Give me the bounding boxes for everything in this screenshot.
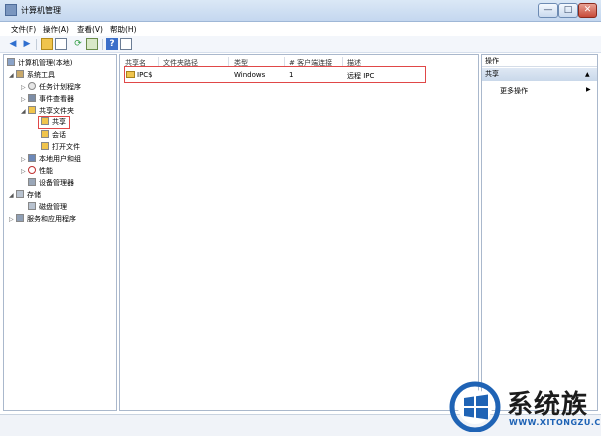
menu-action[interactable]: 操作(A): [43, 24, 69, 35]
share-icon: [126, 71, 135, 78]
expand-toggle-icon[interactable]: ▷: [9, 214, 16, 226]
tree-item-storage[interactable]: ◢ 存储: [9, 189, 41, 201]
tree-item-label: 共享文件夹: [39, 107, 74, 115]
watermark-url: WWW.XITONGZU.COM: [509, 418, 601, 427]
expand-toggle-icon[interactable]: ◢: [9, 70, 16, 82]
share-icon: [41, 117, 49, 125]
tree-item-root[interactable]: 计算机管理(本地): [7, 57, 72, 69]
disk-icon: [28, 202, 36, 210]
tree-item-label: 任务计划程序: [39, 83, 81, 91]
xitongzu-logo-icon: [449, 381, 501, 432]
tree-item-label: 本地用户和组: [39, 155, 81, 163]
cell-type: Windows: [234, 71, 266, 79]
maximize-button[interactable]: □: [558, 3, 578, 18]
shared-folder-icon: [28, 106, 36, 114]
computer-icon: [7, 58, 15, 66]
close-button[interactable]: ✕: [578, 3, 597, 18]
open-file-icon: [41, 142, 49, 150]
cell-description: 远程 IPC: [347, 72, 375, 80]
expand-toggle-icon[interactable]: ▷: [21, 166, 28, 178]
cell-share-name: IPC$: [137, 71, 153, 79]
tree-item-label: 磁盘管理: [39, 203, 67, 211]
tree-item-label: 计算机管理(本地): [18, 59, 73, 67]
tree-item-open-files[interactable]: 打开文件: [41, 141, 80, 153]
console-tree: 计算机管理(本地) ◢ 系统工具 ▷ 任务计划程序 ▷ 事件查看器 ◢ 共享文件夹 共享…: [3, 54, 117, 411]
tree-item-event-viewer[interactable]: ▷ 事件查看器: [21, 93, 74, 105]
tree-item-system-tools[interactable]: ◢ 系统工具: [9, 69, 55, 81]
refresh-icon[interactable]: ⟳: [72, 38, 84, 50]
export-list-icon[interactable]: [86, 38, 98, 50]
forward-arrow-icon[interactable]: ▶: [21, 38, 33, 50]
session-icon: [41, 130, 49, 138]
menu-view[interactable]: 查看(V): [77, 24, 103, 35]
tree-item-local-users[interactable]: ▷ 本地用户和组: [21, 153, 81, 165]
actions-header: 操作: [482, 55, 597, 67]
expand-toggle-icon[interactable]: ◢: [21, 106, 28, 118]
actions-section-shares[interactable]: 共享 ▲: [482, 68, 597, 81]
properties-icon[interactable]: [120, 38, 132, 50]
tree-item-label: 服务和应用程序: [27, 215, 76, 223]
title-bar: 计算机管理 — □ ✕: [0, 0, 601, 22]
cell-client-connections: 1: [289, 71, 294, 79]
expand-toggle-icon[interactable]: ◢: [9, 190, 16, 202]
up-folder-icon[interactable]: [41, 38, 53, 50]
device-manager-icon: [28, 178, 36, 186]
actions-pane: 操作 共享 ▲ 更多操作 ▶: [481, 54, 598, 411]
menu-file[interactable]: 文件(F): [11, 24, 36, 35]
users-icon: [28, 154, 36, 162]
tree-item-label: 事件查看器: [39, 95, 74, 103]
tree-item-label: 共享: [52, 118, 66, 126]
back-arrow-icon[interactable]: ◀: [7, 38, 19, 50]
submenu-arrow-icon: ▶: [586, 86, 591, 93]
tree-item-label: 设备管理器: [39, 179, 74, 187]
tree-item-services-apps[interactable]: ▷ 服务和应用程序: [9, 213, 76, 225]
storage-icon: [16, 190, 24, 198]
menu-bar: 文件(F) 操作(A) 查看(V) 帮助(H): [0, 22, 601, 36]
watermark-brand-text: 系统族: [507, 390, 589, 420]
tree-item-performance[interactable]: ▷ 性能: [21, 165, 53, 177]
help-icon[interactable]: ?: [106, 38, 118, 50]
show-hide-tree-icon[interactable]: [55, 38, 67, 50]
menu-help[interactable]: 帮助(H): [110, 24, 137, 35]
tree-item-label: 性能: [39, 167, 53, 175]
tree-item-disk-management[interactable]: 磁盘管理: [28, 201, 67, 213]
clock-icon: [28, 82, 36, 90]
tree-item-label: 打开文件: [52, 143, 80, 151]
actions-section-label: 共享: [485, 70, 499, 78]
tree-item-label: 系统工具: [27, 71, 55, 79]
collapse-arrow-icon[interactable]: ▲: [585, 68, 590, 81]
services-icon: [16, 214, 24, 222]
toolbar-divider: [36, 39, 37, 50]
tree-item-label: 会话: [52, 131, 66, 139]
event-viewer-icon: [28, 94, 36, 102]
tree-item-label: 存储: [27, 191, 41, 199]
computer-management-icon: [5, 4, 17, 16]
table-row[interactable]: [124, 66, 426, 83]
tree-item-shares[interactable]: 共享: [38, 116, 70, 129]
tree-item-task-scheduler[interactable]: ▷ 任务计划程序: [21, 81, 81, 93]
performance-icon: [28, 166, 36, 174]
tree-item-sessions[interactable]: 会话: [41, 129, 66, 141]
window-title: 计算机管理: [21, 6, 61, 15]
more-actions-link[interactable]: 更多操作: [500, 86, 528, 96]
tools-icon: [16, 70, 24, 78]
toolbar-divider: [102, 39, 103, 50]
toolbar: ◀ ▶ ⟳ ?: [0, 36, 601, 53]
shares-list: 共享名 文件夹路径 类型 # 客户端连接 描述 IPC$ Windows 1 远…: [119, 54, 479, 411]
tree-item-device-manager[interactable]: 设备管理器: [28, 177, 74, 189]
minimize-button[interactable]: —: [538, 3, 558, 18]
